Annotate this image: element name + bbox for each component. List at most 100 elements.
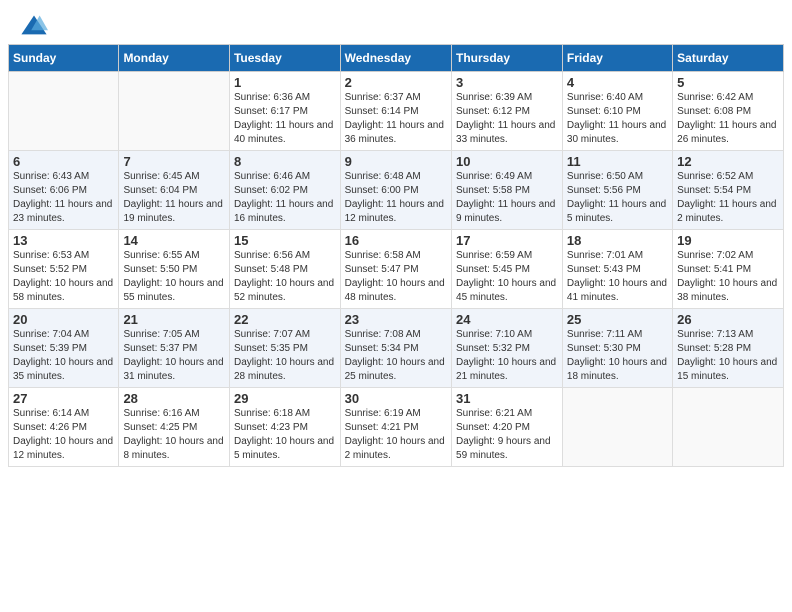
day-number: 22: [234, 312, 336, 327]
calendar-cell: [119, 72, 230, 151]
day-detail: Sunrise: 6:59 AM Sunset: 5:45 PM Dayligh…: [456, 249, 558, 305]
calendar-cell: 5Sunrise: 6:42 AM Sunset: 6:08 PM Daylig…: [673, 72, 784, 151]
calendar-cell: 15Sunrise: 6:56 AM Sunset: 5:48 PM Dayli…: [229, 230, 340, 309]
calendar-cell: 28Sunrise: 6:16 AM Sunset: 4:25 PM Dayli…: [119, 388, 230, 467]
calendar-week-row: 20Sunrise: 7:04 AM Sunset: 5:39 PM Dayli…: [9, 309, 784, 388]
day-number: 27: [13, 391, 114, 406]
day-detail: Sunrise: 6:43 AM Sunset: 6:06 PM Dayligh…: [13, 170, 114, 226]
calendar-cell: 9Sunrise: 6:48 AM Sunset: 6:00 PM Daylig…: [340, 151, 451, 230]
dow-header-wednesday: Wednesday: [340, 45, 451, 72]
day-detail: Sunrise: 6:40 AM Sunset: 6:10 PM Dayligh…: [567, 91, 668, 147]
calendar-cell: 24Sunrise: 7:10 AM Sunset: 5:32 PM Dayli…: [452, 309, 563, 388]
calendar-cell: 22Sunrise: 7:07 AM Sunset: 5:35 PM Dayli…: [229, 309, 340, 388]
day-number: 21: [123, 312, 225, 327]
day-number: 1: [234, 75, 336, 90]
day-number: 10: [456, 154, 558, 169]
calendar-cell: 18Sunrise: 7:01 AM Sunset: 5:43 PM Dayli…: [562, 230, 672, 309]
day-detail: Sunrise: 6:14 AM Sunset: 4:26 PM Dayligh…: [13, 407, 114, 463]
day-number: 2: [345, 75, 447, 90]
day-detail: Sunrise: 6:42 AM Sunset: 6:08 PM Dayligh…: [677, 91, 779, 147]
day-detail: Sunrise: 6:16 AM Sunset: 4:25 PM Dayligh…: [123, 407, 225, 463]
calendar-cell: [562, 388, 672, 467]
day-number: 26: [677, 312, 779, 327]
calendar-table: SundayMondayTuesdayWednesdayThursdayFrid…: [8, 44, 784, 467]
calendar-cell: 8Sunrise: 6:46 AM Sunset: 6:02 PM Daylig…: [229, 151, 340, 230]
calendar-week-row: 27Sunrise: 6:14 AM Sunset: 4:26 PM Dayli…: [9, 388, 784, 467]
day-detail: Sunrise: 6:52 AM Sunset: 5:54 PM Dayligh…: [677, 170, 779, 226]
calendar-cell: 29Sunrise: 6:18 AM Sunset: 4:23 PM Dayli…: [229, 388, 340, 467]
day-number: 20: [13, 312, 114, 327]
calendar-cell: 6Sunrise: 6:43 AM Sunset: 6:06 PM Daylig…: [9, 151, 119, 230]
day-number: 29: [234, 391, 336, 406]
dow-header-tuesday: Tuesday: [229, 45, 340, 72]
calendar-week-row: 1Sunrise: 6:36 AM Sunset: 6:17 PM Daylig…: [9, 72, 784, 151]
day-number: 14: [123, 233, 225, 248]
dow-header-monday: Monday: [119, 45, 230, 72]
logo-icon: [20, 12, 48, 40]
day-detail: Sunrise: 6:45 AM Sunset: 6:04 PM Dayligh…: [123, 170, 225, 226]
calendar-week-row: 13Sunrise: 6:53 AM Sunset: 5:52 PM Dayli…: [9, 230, 784, 309]
calendar-cell: 14Sunrise: 6:55 AM Sunset: 5:50 PM Dayli…: [119, 230, 230, 309]
day-number: 17: [456, 233, 558, 248]
day-number: 6: [13, 154, 114, 169]
day-detail: Sunrise: 6:55 AM Sunset: 5:50 PM Dayligh…: [123, 249, 225, 305]
day-number: 8: [234, 154, 336, 169]
calendar-cell: [673, 388, 784, 467]
calendar-cell: 13Sunrise: 6:53 AM Sunset: 5:52 PM Dayli…: [9, 230, 119, 309]
day-detail: Sunrise: 6:46 AM Sunset: 6:02 PM Dayligh…: [234, 170, 336, 226]
day-number: 4: [567, 75, 668, 90]
day-detail: Sunrise: 7:01 AM Sunset: 5:43 PM Dayligh…: [567, 249, 668, 305]
calendar-cell: 19Sunrise: 7:02 AM Sunset: 5:41 PM Dayli…: [673, 230, 784, 309]
day-detail: Sunrise: 7:13 AM Sunset: 5:28 PM Dayligh…: [677, 328, 779, 384]
calendar-cell: 3Sunrise: 6:39 AM Sunset: 6:12 PM Daylig…: [452, 72, 563, 151]
header: [0, 0, 792, 44]
calendar-cell: 23Sunrise: 7:08 AM Sunset: 5:34 PM Dayli…: [340, 309, 451, 388]
day-number: 7: [123, 154, 225, 169]
calendar-cell: 30Sunrise: 6:19 AM Sunset: 4:21 PM Dayli…: [340, 388, 451, 467]
calendar-cell: 12Sunrise: 6:52 AM Sunset: 5:54 PM Dayli…: [673, 151, 784, 230]
day-number: 25: [567, 312, 668, 327]
day-detail: Sunrise: 7:07 AM Sunset: 5:35 PM Dayligh…: [234, 328, 336, 384]
day-number: 15: [234, 233, 336, 248]
day-detail: Sunrise: 7:02 AM Sunset: 5:41 PM Dayligh…: [677, 249, 779, 305]
day-detail: Sunrise: 6:21 AM Sunset: 4:20 PM Dayligh…: [456, 407, 558, 463]
day-number: 23: [345, 312, 447, 327]
day-number: 11: [567, 154, 668, 169]
day-number: 9: [345, 154, 447, 169]
day-detail: Sunrise: 6:56 AM Sunset: 5:48 PM Dayligh…: [234, 249, 336, 305]
dow-header-sunday: Sunday: [9, 45, 119, 72]
day-number: 16: [345, 233, 447, 248]
day-number: 13: [13, 233, 114, 248]
calendar-cell: 25Sunrise: 7:11 AM Sunset: 5:30 PM Dayli…: [562, 309, 672, 388]
calendar-week-row: 6Sunrise: 6:43 AM Sunset: 6:06 PM Daylig…: [9, 151, 784, 230]
day-detail: Sunrise: 6:39 AM Sunset: 6:12 PM Dayligh…: [456, 91, 558, 147]
day-detail: Sunrise: 6:19 AM Sunset: 4:21 PM Dayligh…: [345, 407, 447, 463]
calendar-cell: 10Sunrise: 6:49 AM Sunset: 5:58 PM Dayli…: [452, 151, 563, 230]
calendar-cell: 11Sunrise: 6:50 AM Sunset: 5:56 PM Dayli…: [562, 151, 672, 230]
day-detail: Sunrise: 7:05 AM Sunset: 5:37 PM Dayligh…: [123, 328, 225, 384]
logo: [20, 12, 50, 40]
day-number: 28: [123, 391, 225, 406]
days-of-week-row: SundayMondayTuesdayWednesdayThursdayFrid…: [9, 45, 784, 72]
day-detail: Sunrise: 6:18 AM Sunset: 4:23 PM Dayligh…: [234, 407, 336, 463]
dow-header-friday: Friday: [562, 45, 672, 72]
calendar-cell: [9, 72, 119, 151]
day-number: 5: [677, 75, 779, 90]
dow-header-saturday: Saturday: [673, 45, 784, 72]
day-number: 12: [677, 154, 779, 169]
day-detail: Sunrise: 6:58 AM Sunset: 5:47 PM Dayligh…: [345, 249, 447, 305]
calendar-cell: 17Sunrise: 6:59 AM Sunset: 5:45 PM Dayli…: [452, 230, 563, 309]
day-number: 18: [567, 233, 668, 248]
calendar-cell: 7Sunrise: 6:45 AM Sunset: 6:04 PM Daylig…: [119, 151, 230, 230]
day-detail: Sunrise: 6:50 AM Sunset: 5:56 PM Dayligh…: [567, 170, 668, 226]
day-detail: Sunrise: 6:48 AM Sunset: 6:00 PM Dayligh…: [345, 170, 447, 226]
day-detail: Sunrise: 7:08 AM Sunset: 5:34 PM Dayligh…: [345, 328, 447, 384]
day-number: 30: [345, 391, 447, 406]
day-detail: Sunrise: 7:11 AM Sunset: 5:30 PM Dayligh…: [567, 328, 668, 384]
day-detail: Sunrise: 6:49 AM Sunset: 5:58 PM Dayligh…: [456, 170, 558, 226]
calendar-cell: 21Sunrise: 7:05 AM Sunset: 5:37 PM Dayli…: [119, 309, 230, 388]
calendar-cell: 2Sunrise: 6:37 AM Sunset: 6:14 PM Daylig…: [340, 72, 451, 151]
day-number: 31: [456, 391, 558, 406]
day-number: 3: [456, 75, 558, 90]
day-detail: Sunrise: 6:37 AM Sunset: 6:14 PM Dayligh…: [345, 91, 447, 147]
